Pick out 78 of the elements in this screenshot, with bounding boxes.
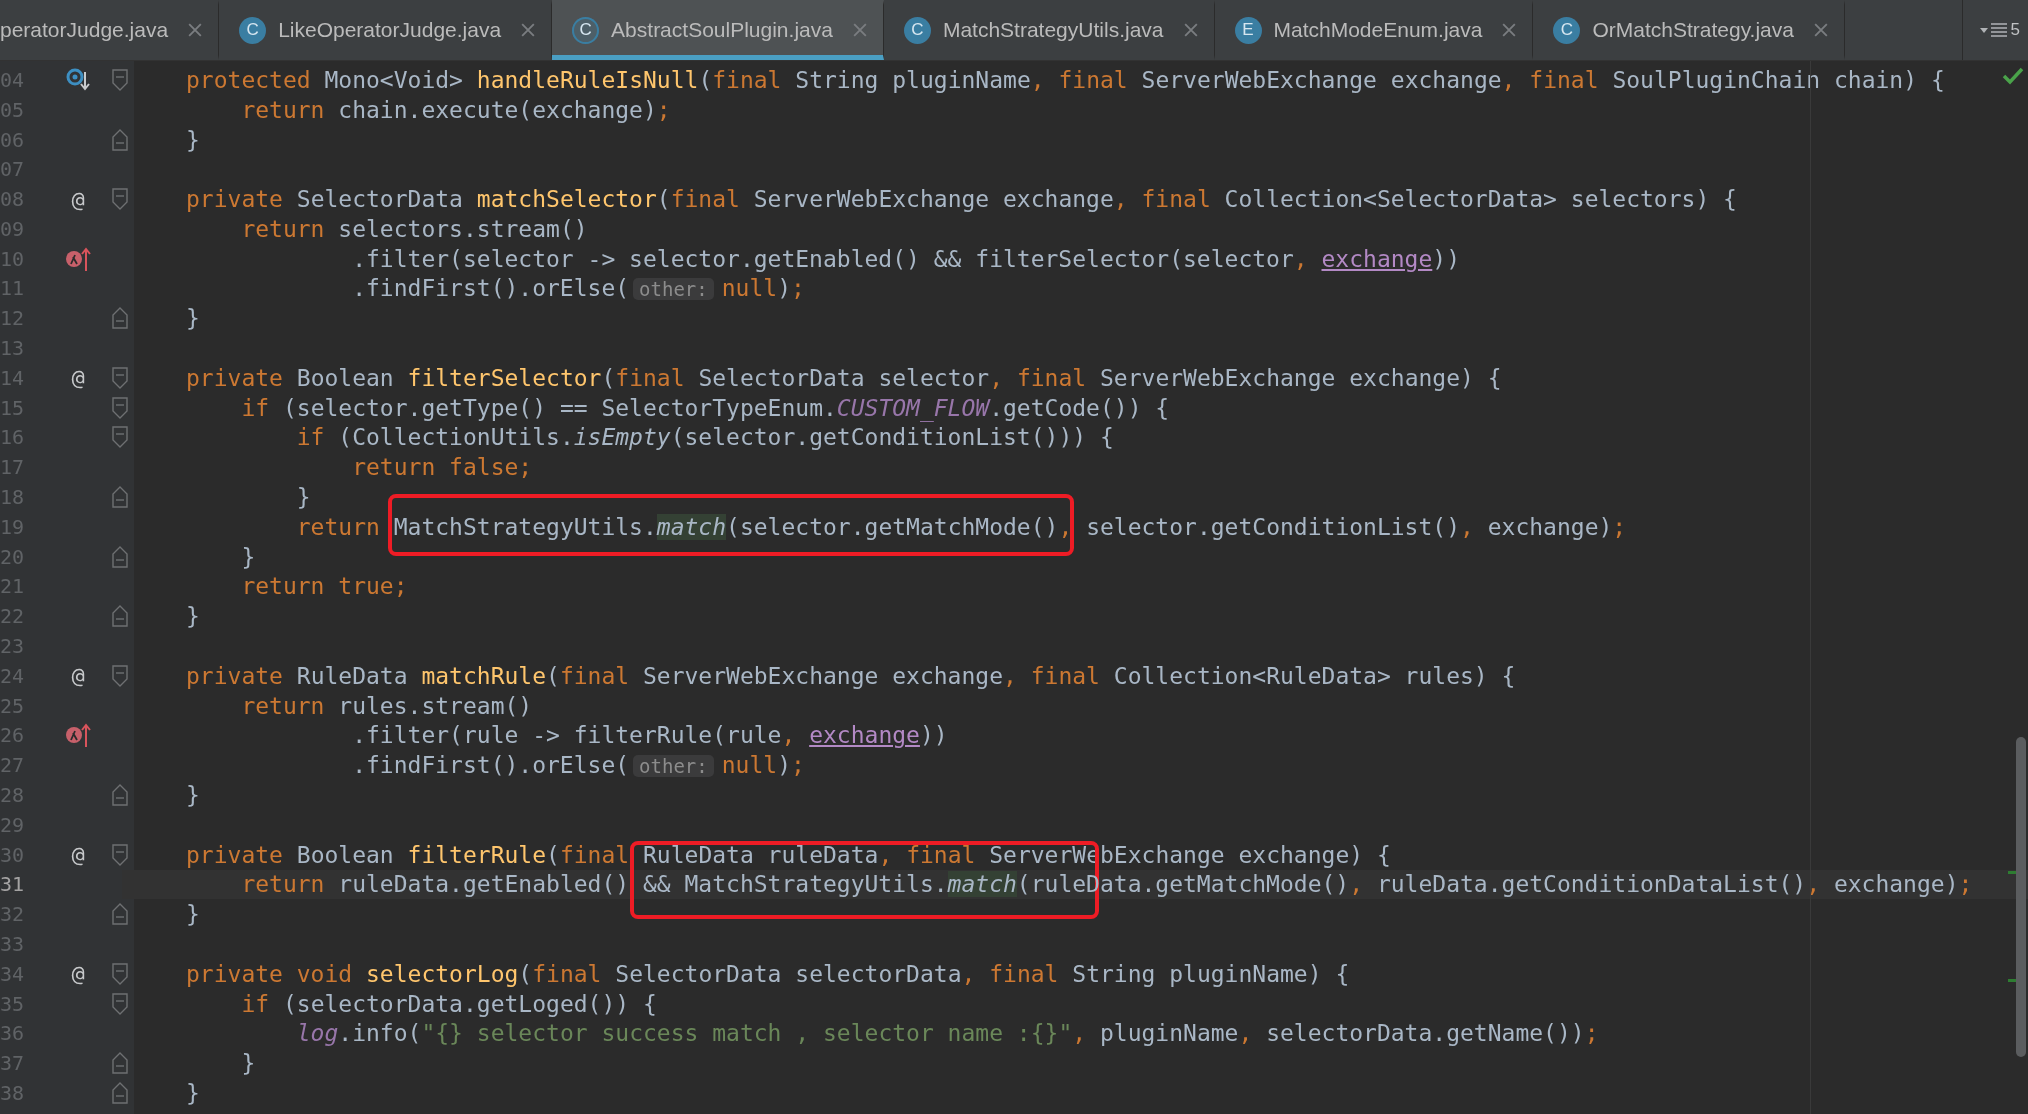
code-line: log.info("{} selector success match , selector name :{}", pluginName, selectorData.getName());	[295, 1019, 1599, 1049]
fold-marker[interactable]	[112, 396, 128, 419]
editor-tab[interactable]: E MatchModeEnum.java	[1214, 0, 1534, 60]
code-line: private void selectorLog(final SelectorData selectorData, final String pluginName) {	[186, 959, 1350, 989]
tab-overflow-button[interactable]: 5	[1961, 0, 2028, 60]
change-marker	[2008, 871, 2016, 874]
code-line: if (selector.getType() == SelectorTypeEnum.CUSTOM_FLOW.getCode()) {	[240, 393, 1170, 423]
code-line: private RuleData matchRule(final ServerWebExchange exchange, final Collection<RuleData> rules) {	[186, 661, 1516, 691]
fold-marker[interactable]	[112, 605, 128, 628]
list-icon	[1978, 21, 2009, 39]
fold-marker[interactable]	[112, 992, 128, 1015]
recursion-icon[interactable]	[65, 722, 91, 749]
code-line: }	[186, 781, 200, 811]
code-line: if (selectorData.getLoged()) {	[240, 989, 657, 1019]
fold-marker[interactable]	[112, 128, 128, 151]
editor-tab[interactable]: C LikeOperatorJudge.java	[219, 0, 553, 60]
fold-marker[interactable]	[112, 962, 128, 985]
close-icon[interactable]	[521, 23, 536, 37]
line-number: 31	[0, 872, 26, 897]
fold-marker[interactable]	[112, 545, 128, 568]
editor-tab[interactable]: C OrMatchStrategy.java	[1533, 0, 1845, 60]
annotation-marker[interactable]: @	[71, 365, 85, 391]
fold-marker[interactable]	[112, 784, 128, 807]
file-type-icon: C	[903, 16, 931, 44]
recursion-icon[interactable]	[65, 245, 91, 272]
editor-tab[interactable]: C AbstractSoulPlugin.java	[552, 0, 884, 60]
file-type-icon: C	[572, 16, 600, 44]
code-line: private SelectorData matchSelector(final ServerWebExchange exchange, final Collection<SelectorData> selectors) {	[186, 185, 1737, 215]
code-line: }	[240, 542, 256, 572]
code-line: return rules.stream()	[240, 691, 533, 721]
fold-marker[interactable]	[112, 1052, 128, 1075]
close-icon[interactable]	[188, 23, 203, 37]
code-line: .findFirst().orElse( other: null);	[351, 274, 805, 303]
code-line: return false;	[351, 453, 533, 483]
close-icon[interactable]	[852, 23, 867, 37]
code-line: }	[186, 125, 200, 155]
file-type-icon: E	[1234, 16, 1262, 44]
code-line: protected Mono<Void> handleRuleIsNull(final String pluginName, final ServerWebExchange exchange, final SoulPluginChain chain) {	[186, 65, 1945, 95]
fold-marker[interactable]	[112, 843, 128, 866]
fold-marker[interactable]	[112, 366, 128, 389]
fold-marker[interactable]	[112, 664, 128, 687]
code-line: return MatchStrategyUtils.match(selector.getMatchMode(), selector.getConditionList(), exchange);	[295, 512, 1627, 542]
code-line: .findFirst().orElse( other: null);	[351, 750, 805, 780]
editor-tab[interactable]: C MatchStrategyUtils.java	[883, 0, 1215, 60]
file-type-icon: C	[1553, 16, 1581, 44]
fold-marker[interactable]	[112, 486, 128, 509]
close-icon[interactable]	[1502, 23, 1517, 37]
annotation-marker[interactable]: @	[71, 186, 85, 212]
code-line: if (CollectionUtils.isEmpty(selector.getConditionList())) {	[295, 423, 1114, 453]
annotation-marker[interactable]: @	[71, 961, 85, 987]
file-type-icon: C	[239, 16, 267, 44]
fold-marker[interactable]	[112, 188, 128, 211]
code-line: }	[186, 602, 200, 632]
close-icon[interactable]	[1813, 23, 1828, 37]
fold-marker[interactable]	[112, 68, 128, 91]
code-line: return chain.execute(exchange);	[240, 95, 671, 125]
check-icon[interactable]	[2002, 67, 2024, 85]
fold-marker[interactable]	[112, 903, 128, 926]
implements-icon[interactable]	[66, 67, 90, 92]
fold-marker[interactable]	[112, 1082, 128, 1104]
change-marker	[2008, 979, 2016, 982]
fold-marker[interactable]	[112, 426, 128, 449]
code-line: }	[295, 483, 311, 513]
fold-marker[interactable]	[112, 307, 128, 330]
code-line: }	[240, 1049, 256, 1079]
annotation-marker[interactable]: @	[71, 663, 85, 689]
code-line: }	[186, 1079, 200, 1108]
code-line: return true;	[240, 572, 408, 602]
code-line: }	[186, 304, 200, 334]
code-line: .filter(rule -> filterRule(rule, exchange))	[351, 721, 948, 751]
code-line: private Boolean filterSelector(final SelectorData selector, final ServerWebExchange exchange) {	[186, 363, 1502, 393]
editor-tab[interactable]: peratorJudge.java	[0, 0, 220, 60]
scrollbar-thumb[interactable]	[2016, 737, 2026, 1057]
code-line: .filter(selector -> selector.getEnabled() && filterSelector(selector, exchange))	[351, 244, 1460, 274]
code-line: return selectors.stream()	[240, 214, 588, 244]
code-line: }	[186, 900, 200, 930]
close-icon[interactable]	[1183, 23, 1198, 37]
annotation-marker[interactable]: @	[71, 842, 85, 868]
